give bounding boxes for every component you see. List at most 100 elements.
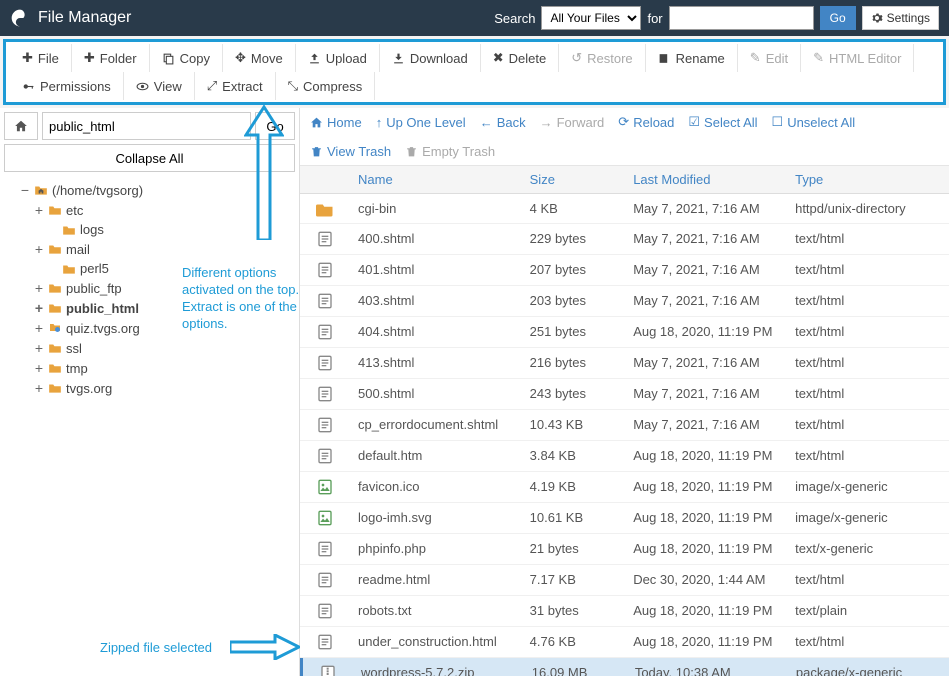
file-modified: Aug 18, 2020, 11:19 PM — [625, 324, 787, 339]
tree-item[interactable]: +quiz.tvgs.org — [6, 318, 295, 338]
file-size: 4.19 KB — [522, 479, 626, 494]
table-row[interactable]: robots.txt31 bytesAug 18, 2020, 11:19 PM… — [300, 596, 949, 627]
table-row[interactable]: 401.shtml207 bytesMay 7, 2021, 7:16 AMte… — [300, 255, 949, 286]
compress-button[interactable]: ⤡Compress — [276, 72, 376, 100]
file-modified: Aug 18, 2020, 11:19 PM — [625, 448, 787, 463]
up-one-level-button[interactable]: ↑Up One Level — [376, 114, 466, 130]
back-button[interactable]: ←Back — [480, 114, 526, 130]
tree-item[interactable]: perl5 — [6, 259, 295, 278]
tree-item[interactable]: +etc — [6, 200, 295, 220]
select-all-button[interactable]: ☑Select All — [688, 114, 757, 130]
expand-toggle[interactable]: + — [34, 241, 44, 257]
table-row[interactable]: phpinfo.php21 bytesAug 18, 2020, 11:19 P… — [300, 534, 949, 565]
home-path-button[interactable] — [4, 112, 38, 140]
unselect-all-button[interactable]: ☐Unselect All — [772, 114, 856, 130]
tree-item[interactable]: +mail — [6, 239, 295, 259]
file-name: cgi-bin — [350, 201, 522, 216]
table-row[interactable]: default.htm3.84 KBAug 18, 2020, 11:19 PM… — [300, 441, 949, 472]
extract-button[interactable]: ⤢Extract — [195, 72, 276, 100]
tree-item[interactable]: −(/home/tvgsorg) — [6, 180, 295, 200]
path-go-button[interactable]: Go — [255, 112, 295, 140]
table-row[interactable]: favicon.ico4.19 KBAug 18, 2020, 11:19 PM… — [300, 472, 949, 503]
for-label: for — [647, 11, 662, 26]
expand-toggle[interactable]: + — [34, 340, 44, 356]
permissions-button[interactable]: Permissions — [10, 72, 124, 100]
html-editor-button[interactable]: ✎HTML Editor — [801, 44, 914, 72]
tree-item[interactable]: logs — [6, 220, 295, 239]
file-size: 7.17 KB — [522, 572, 626, 587]
table-row[interactable]: 403.shtml203 bytesMay 7, 2021, 7:16 AMte… — [300, 286, 949, 317]
view-button[interactable]: View — [124, 72, 195, 100]
expand-toggle[interactable]: + — [34, 360, 44, 376]
folder-button[interactable]: ✚Folder — [72, 44, 150, 72]
restore-button[interactable]: ↺Restore — [559, 44, 645, 72]
file-type: text/html — [787, 634, 949, 649]
table-row[interactable]: wordpress-5.7.2.zip16.09 MBToday, 10:38 … — [300, 658, 949, 676]
toolbar-highlight-box: ✚File ✚Folder Copy ✥Move Upload Download… — [3, 39, 946, 105]
nav-home-button[interactable]: Home — [310, 114, 362, 130]
col-name[interactable]: Name — [350, 172, 522, 187]
file-name: 401.shtml — [350, 262, 522, 277]
image-file-icon — [317, 509, 333, 527]
upload-icon — [308, 52, 321, 65]
document-file-icon — [317, 261, 333, 279]
move-button[interactable]: ✥Move — [223, 44, 296, 72]
tree-label: perl5 — [80, 261, 109, 276]
search-scope-select[interactable]: All Your Files — [541, 6, 641, 30]
table-row[interactable]: readme.html7.17 KBDec 30, 2020, 1:44 AMt… — [300, 565, 949, 596]
expand-toggle[interactable]: + — [34, 380, 44, 396]
table-row[interactable]: 413.shtml216 bytesMay 7, 2021, 7:16 AMte… — [300, 348, 949, 379]
col-type[interactable]: Type — [787, 172, 949, 187]
file-name: readme.html — [350, 572, 522, 587]
search-go-button[interactable]: Go — [820, 6, 856, 30]
file-button[interactable]: ✚File — [10, 44, 72, 72]
edit-button[interactable]: ✎Edit — [738, 44, 801, 72]
expand-toggle[interactable]: − — [20, 182, 30, 198]
table-row[interactable]: logo-imh.svg10.61 KBAug 18, 2020, 11:19 … — [300, 503, 949, 534]
table-row[interactable]: 404.shtml251 bytesAug 18, 2020, 11:19 PM… — [300, 317, 949, 348]
delete-button[interactable]: ✖Delete — [481, 44, 559, 72]
table-row[interactable]: under_construction.html4.76 KBAug 18, 20… — [300, 627, 949, 658]
expand-toggle[interactable]: + — [34, 300, 44, 316]
collapse-all-button[interactable]: Collapse All — [4, 144, 295, 172]
tree-item[interactable]: +public_html — [6, 298, 295, 318]
forward-button[interactable]: →Forward — [540, 114, 605, 130]
col-size[interactable]: Size — [522, 172, 626, 187]
table-row[interactable]: 400.shtml229 bytesMay 7, 2021, 7:16 AMte… — [300, 224, 949, 255]
copy-button[interactable]: Copy — [150, 44, 223, 72]
file-modified: May 7, 2021, 7:16 AM — [625, 417, 787, 432]
file-size: 21 bytes — [522, 541, 626, 556]
search-input[interactable] — [669, 6, 814, 30]
document-file-icon — [317, 416, 333, 434]
file-size: 16.09 MB — [524, 665, 627, 676]
table-row[interactable]: cp_errordocument.shtml10.43 KBMay 7, 202… — [300, 410, 949, 441]
path-input[interactable] — [42, 112, 251, 140]
file-name: favicon.ico — [350, 479, 522, 494]
tree-item[interactable]: +public_ftp — [6, 278, 295, 298]
document-file-icon — [317, 354, 333, 372]
col-modified[interactable]: Last Modified — [625, 172, 787, 187]
expand-toggle[interactable]: + — [34, 320, 44, 336]
tree-item[interactable]: +ssl — [6, 338, 295, 358]
view-trash-button[interactable]: View Trash — [310, 144, 391, 159]
reload-button[interactable]: ⟳Reload — [618, 114, 674, 130]
empty-trash-button[interactable]: Empty Trash — [405, 144, 495, 159]
expand-toggle[interactable]: + — [34, 202, 44, 218]
file-size: 31 bytes — [522, 603, 626, 618]
rename-icon — [658, 52, 671, 65]
document-file-icon — [317, 602, 333, 620]
tree-item[interactable]: +tmp — [6, 358, 295, 378]
document-file-icon — [317, 540, 333, 558]
file-size: 4.76 KB — [522, 634, 626, 649]
expand-toggle[interactable]: + — [34, 280, 44, 296]
table-row[interactable]: 500.shtml243 bytesMay 7, 2021, 7:16 AMte… — [300, 379, 949, 410]
file-size: 207 bytes — [522, 262, 626, 277]
rename-button[interactable]: Rename — [646, 44, 738, 72]
settings-button[interactable]: Settings — [862, 6, 939, 30]
file-name: default.htm — [350, 448, 522, 463]
table-row[interactable]: cgi-bin4 KBMay 7, 2021, 7:16 AMhttpd/uni… — [300, 194, 949, 224]
tree-item[interactable]: +tvgs.org — [6, 378, 295, 398]
folder-icon — [48, 342, 62, 354]
download-button[interactable]: Download — [380, 44, 481, 72]
upload-button[interactable]: Upload — [296, 44, 380, 72]
